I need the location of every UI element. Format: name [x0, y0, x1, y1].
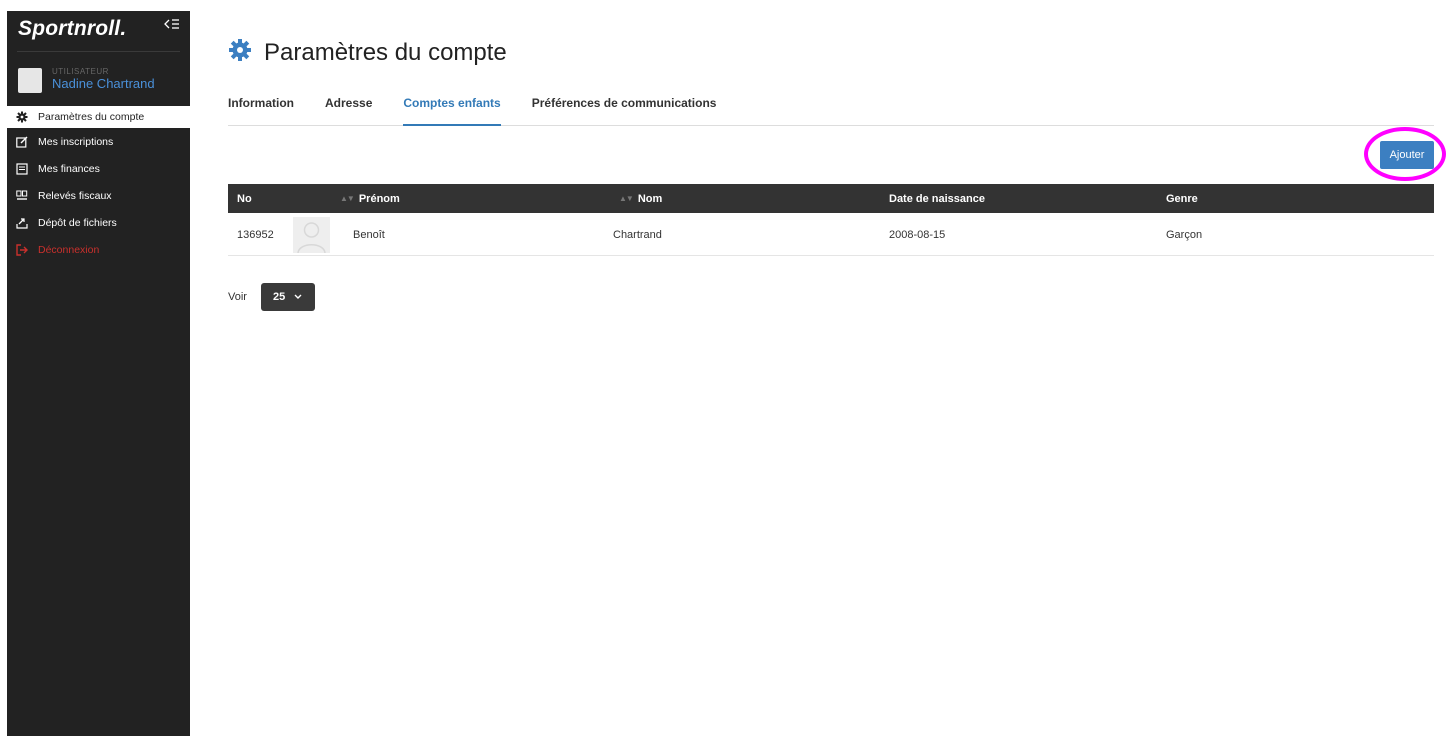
- cell-birth-date: 2008-08-15: [889, 228, 946, 241]
- sort-icon: ▲▼: [619, 194, 634, 203]
- logout-icon: [16, 243, 28, 256]
- column-header-first-name[interactable]: ▲▼ Prénom: [340, 193, 400, 205]
- page-title: Paramètres du compte: [228, 38, 507, 67]
- cell-first-name: Benoît: [353, 228, 385, 241]
- sidebar-item-account-settings[interactable]: Paramètres du compte: [7, 106, 190, 128]
- sidebar-item-label: Mes inscriptions: [38, 135, 114, 148]
- column-header-label: Nom: [637, 192, 663, 205]
- page-title-text: Paramètres du compte: [264, 38, 507, 66]
- sidebar-item-label: Paramètres du compte: [38, 111, 145, 123]
- sidebar-item-label: Déconnexion: [38, 243, 100, 256]
- cell-no: 136952: [237, 228, 274, 241]
- sidebar-item-file-upload[interactable]: Dépôt de fichiers: [7, 209, 190, 236]
- page-size-control: Voir 25: [228, 283, 315, 311]
- sort-icon: ▲▼: [340, 194, 355, 203]
- sidebar-divider: [17, 51, 180, 52]
- edit-icon: [16, 136, 28, 148]
- tab-address[interactable]: Adresse: [325, 96, 372, 126]
- sidebar-item-finances[interactable]: Mes finances: [7, 155, 190, 182]
- sidebar-item-logout[interactable]: Déconnexion: [7, 236, 190, 263]
- sidebar-item-label: Relevés fiscaux: [38, 189, 112, 202]
- user-role: UTILISATEUR: [52, 67, 109, 76]
- column-header-label: Prénom: [358, 192, 400, 205]
- collapse-menu-icon[interactable]: [164, 17, 180, 33]
- sidebar-nav: Paramètres du compte Mes inscriptions Me…: [7, 106, 190, 263]
- page-size-label: Voir: [228, 291, 247, 303]
- tab-information[interactable]: Information: [228, 96, 294, 126]
- column-header-last-name[interactable]: ▲▼ Nom: [619, 193, 662, 205]
- child-avatar: [293, 217, 330, 253]
- table-row[interactable]: 136952 Benoît Chartrand 2008-08-15 Garço…: [228, 213, 1434, 256]
- sidebar-item-label: Mes finances: [38, 162, 100, 175]
- cell-last-name: Chartrand: [613, 228, 662, 241]
- tab-bar: Information Adresse Comptes enfants Préf…: [228, 96, 1434, 126]
- user-name[interactable]: Nadine Chartrand: [52, 76, 155, 91]
- sidebar-item-label: Dépôt de fichiers: [38, 216, 117, 229]
- upload-icon: [16, 217, 28, 229]
- add-button[interactable]: Ajouter: [1380, 141, 1434, 169]
- page-size-value: 25: [272, 291, 286, 303]
- sidebar-item-tax-receipts[interactable]: Relevés fiscaux: [7, 182, 190, 209]
- tab-communication-preferences[interactable]: Préférences de communications: [532, 96, 717, 126]
- sidebar-item-registrations[interactable]: Mes inscriptions: [7, 128, 190, 155]
- tax-icon: [16, 190, 28, 202]
- column-header-birth-date[interactable]: Date de naissance: [889, 193, 985, 205]
- column-header-gender[interactable]: Genre: [1166, 193, 1198, 205]
- gear-icon: [16, 111, 28, 123]
- receipt-icon: [16, 162, 28, 175]
- gear-icon: [228, 38, 252, 67]
- avatar: [18, 68, 42, 93]
- table-header: No ▲▼ Prénom ▲▼ Nom Date de naissance Ge…: [228, 184, 1434, 213]
- page-size-select[interactable]: 25: [260, 283, 315, 311]
- chevron-down-icon: [294, 292, 302, 302]
- tab-child-accounts[interactable]: Comptes enfants: [403, 96, 501, 126]
- brand-logo[interactable]: Sportnroll.: [18, 17, 126, 41]
- column-header-no[interactable]: No: [237, 193, 252, 205]
- children-table: No ▲▼ Prénom ▲▼ Nom Date de naissance Ge…: [228, 184, 1434, 256]
- sidebar: Sportnroll. UTILISATEUR Nadine Chartrand…: [7, 11, 190, 736]
- cell-gender: Garçon: [1166, 228, 1203, 241]
